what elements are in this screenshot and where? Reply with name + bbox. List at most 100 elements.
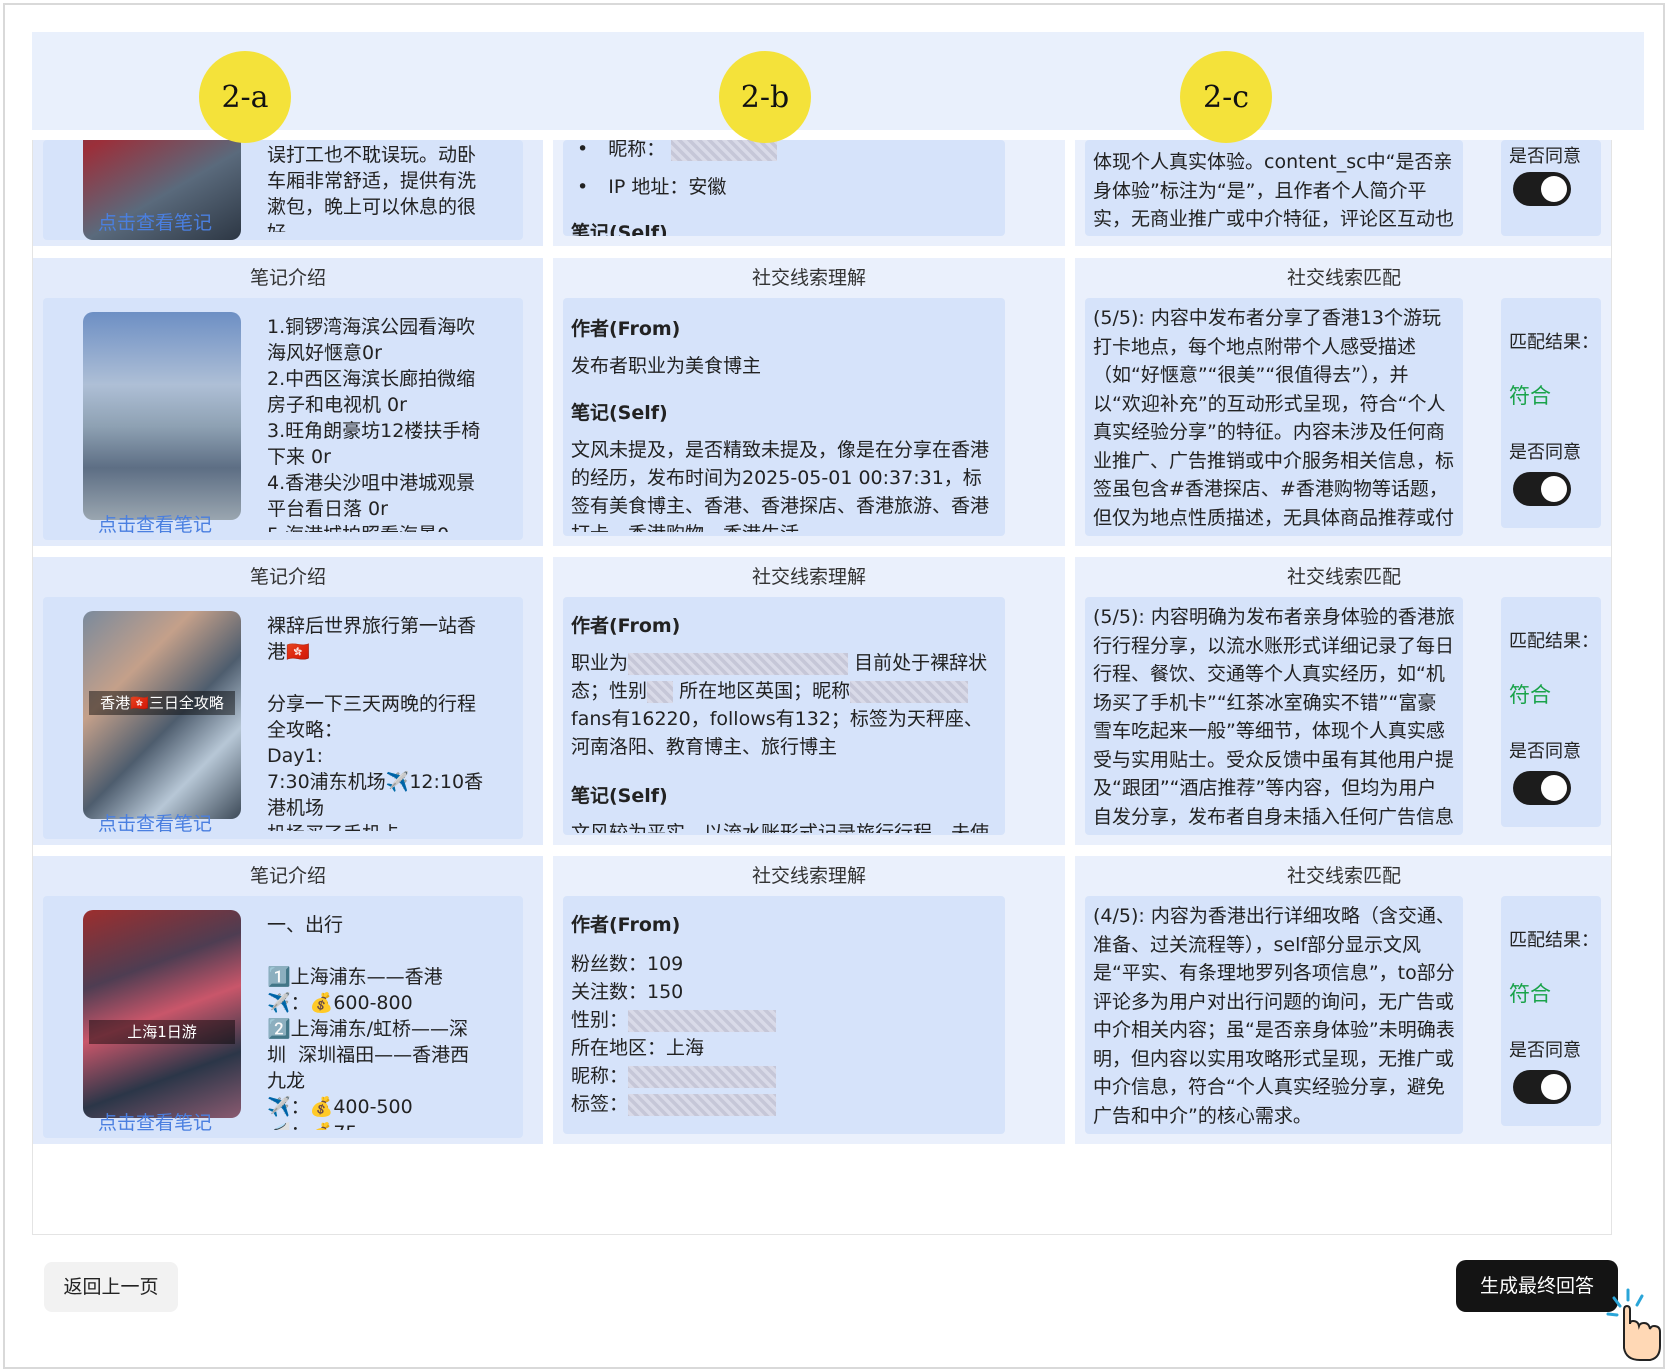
view-note-link[interactable]: 点击查看笔记 (98, 809, 212, 836)
note-summary: 裸辞后世界旅行第一站香 港🇭🇰 分享一下三天两晚的行程 全攻略： Day1: 7… (267, 615, 484, 831)
redacted-value (647, 680, 674, 703)
region-line: 所在地区：上海 (571, 1037, 705, 1059)
generate-final-answer-button[interactable]: 生成最终回答 (1456, 1260, 1618, 1312)
match-result-label: 匹配结果： (1509, 631, 1599, 652)
clue-card: 作者(From) 发布者职业为美食博主 笔记(Self) 文风未提及，是否精致未… (563, 298, 1005, 536)
view-note-link[interactable]: 点击查看笔记 (98, 208, 212, 235)
clue-match-column: 体现个人真实体验。content_sc中“是否亲身体验”标注为“是”，且作者个人… (1075, 140, 1611, 246)
clue-understanding-column: • 昵称： • IP 地址：安徽 笔记(Self) (553, 140, 1065, 246)
match-reason: (5/5): 内容中发布者分享了香港13个游玩打卡地点，每个地点附带个人感受描述… (1093, 307, 1455, 529)
match-reason: 体现个人真实体验。content_sc中“是否亲身体验”标注为“是”，且作者个人… (1093, 151, 1455, 230)
column-title-note-intro: 笔记介绍 (249, 865, 326, 887)
column-title-clue-understanding: 社交线索理解 (751, 566, 866, 588)
redacted-value (628, 1093, 777, 1116)
agree-toggle[interactable] (1513, 1070, 1571, 1104)
back-button[interactable]: 返回上一页 (44, 1262, 178, 1312)
match-card: (5/5): 内容明确为发布者亲身体验的香港旅行行程分享，以流水账形式详细记录了… (1085, 597, 1463, 835)
match-reason: (5/5): 内容明确为发布者亲身体验的香港旅行行程分享，以流水账形式详细记录了… (1093, 606, 1455, 828)
clue-understanding-column: 社交线索理解 作者(From) 发布者职业为美食博主 笔记(Self) 文风未提… (553, 258, 1065, 546)
note-intro-column: 笔记介绍 上海1日游 点击查看笔记 一、出行 1️⃣上海浦东——香港 ✈️：💰6… (33, 856, 543, 1144)
result-row: 笔记介绍 上海1日游 点击查看笔记 一、出行 1️⃣上海浦东——香港 ✈️：💰6… (33, 856, 1611, 1144)
decision-panel: 是否同意 (1501, 140, 1601, 236)
note-summary: 1.铜锣湾海滨公园看海吹 海风好惬意0r 2.中西区海滨长廊拍微缩 房子和电视机… (267, 316, 481, 532)
match-result-label: 匹配结果： (1509, 332, 1599, 353)
clue-card: 作者(From) 粉丝数：109 关注数：150 性别： 所在地区：上海 昵称：… (563, 896, 1005, 1134)
decision-panel: 匹配结果： 符合 是否同意 (1501, 298, 1601, 528)
gender-line: 性别： (571, 1006, 777, 1034)
agree-label: 是否同意 (1509, 442, 1581, 463)
view-note-link[interactable]: 点击查看笔记 (98, 1108, 212, 1135)
column-title-note-intro: 笔记介绍 (249, 566, 326, 588)
redacted-value (671, 140, 778, 161)
from-text-4: fans有16220，follows有132；标签为天秤座、河南洛阳、教育博主、… (571, 708, 983, 758)
note-card: 上海1日游 点击查看笔记 一、出行 1️⃣上海浦东——香港 ✈️：💰600-80… (43, 896, 523, 1138)
thumbnail-caption: 上海1日游 (89, 1020, 235, 1044)
from-heading: 作者(From) (571, 318, 681, 340)
redacted-value (628, 1065, 777, 1088)
column-title-clue-match: 社交线索匹配 (1286, 267, 1401, 289)
thumbnail-caption: 香港🇭🇰三日全攻略 (89, 691, 235, 715)
self-heading: 笔记(Self) (571, 222, 668, 236)
match-reason: (4/5): 内容为香港出行详细攻略（含交通、准备、过关流程等），self部分显… (1093, 905, 1455, 1127)
nickname-line: • 昵称： (577, 140, 778, 161)
results-grid: 点击查看笔记 误打工也不耽误玩。动卧 车厢非常舒适，提供有洗 漱包，晚上可以休息… (32, 140, 1612, 1235)
from-heading: 作者(From) (571, 914, 681, 936)
clue-match-column: 社交线索匹配 (4/5): 内容为香港出行详细攻略（含交通、准备、过关流程等），… (1075, 856, 1611, 1144)
match-card: (4/5): 内容为香港出行详细攻略（含交通、准备、过关流程等），self部分显… (1085, 896, 1463, 1134)
result-row: 笔记介绍 香港🇭🇰三日全攻略 点击查看笔记 裸辞后世界旅行第一站香 港🇭🇰 分享… (33, 557, 1611, 845)
clue-understanding-column: 社交线索理解 作者(From) 职业为 目前处于裸辞状态；性别 所在地区英国；昵… (553, 557, 1065, 845)
clue-match-column: 社交线索匹配 (5/5): 内容明确为发布者亲身体验的香港旅行行程分享，以流水账… (1075, 557, 1611, 845)
note-summary: 一、出行 1️⃣上海浦东——香港 ✈️：💰600-800 2️⃣上海浦东/虹桥—… (267, 914, 470, 1130)
note-intro-column: 点击查看笔记 误打工也不耽误玩。动卧 车厢非常舒适，提供有洗 漱包，晚上可以休息… (33, 140, 543, 246)
from-body: 职业为 目前处于裸辞状态；性别 所在地区英国；昵称fans有16220，foll… (571, 649, 999, 761)
note-thumbnail[interactable]: 香港🇭🇰三日全攻略 (83, 611, 241, 819)
result-row: 点击查看笔记 误打工也不耽误玩。动卧 车厢非常舒适，提供有洗 漱包，晚上可以休息… (33, 140, 1611, 246)
column-title-clue-match: 社交线索匹配 (1286, 566, 1401, 588)
nickname-label: 昵称： (608, 140, 666, 160)
ip-text: IP 地址：安徽 (608, 176, 727, 198)
match-result-value: 符合 (1509, 384, 1551, 408)
view-note-link[interactable]: 点击查看笔记 (98, 510, 212, 537)
note-thumbnail[interactable]: 上海1日游 (83, 910, 241, 1118)
nickname-line: 昵称： (571, 1062, 777, 1090)
clue-understanding-column: 社交线索理解 作者(From) 粉丝数：109 关注数：150 性别： 所在地区… (553, 856, 1065, 1144)
match-result-label: 匹配结果： (1509, 930, 1599, 951)
gender-label: 性别： (571, 1009, 629, 1031)
self-heading: 笔记(Self) (571, 785, 668, 807)
clue-card: • 昵称： • IP 地址：安徽 笔记(Self) (563, 140, 1005, 236)
clue-match-column: 社交线索匹配 (5/5): 内容中发布者分享了香港13个游玩打卡地点，每个地点附… (1075, 258, 1611, 546)
fans-count: 粉丝数：109 (571, 953, 684, 975)
match-result-value: 符合 (1509, 683, 1551, 707)
column-title-clue-understanding: 社交线索理解 (751, 865, 866, 887)
note-card: 点击查看笔记 1.铜锣湾海滨公园看海吹 海风好惬意0r 2.中西区海滨长廊拍微缩… (43, 298, 523, 540)
match-result-value: 符合 (1509, 982, 1551, 1006)
result-row: 笔记介绍 点击查看笔记 1.铜锣湾海滨公园看海吹 海风好惬意0r 2.中西区海滨… (33, 258, 1611, 546)
tags-label: 标签： (571, 1093, 629, 1115)
agree-toggle[interactable] (1513, 472, 1571, 506)
note-card: 香港🇭🇰三日全攻略 点击查看笔记 裸辞后世界旅行第一站香 港🇭🇰 分享一下三天两… (43, 597, 523, 839)
agree-label: 是否同意 (1509, 741, 1581, 762)
note-card: 点击查看笔记 误打工也不耽误玩。动卧 车厢非常舒适，提供有洗 漱包，晚上可以休息… (43, 140, 523, 240)
column-title-clue-match: 社交线索匹配 (1286, 865, 1401, 887)
follows-count: 关注数：150 (571, 981, 684, 1003)
redacted-value (628, 652, 849, 675)
note-thumbnail[interactable] (83, 312, 241, 520)
column-title-clue-understanding: 社交线索理解 (751, 267, 866, 289)
agree-label: 是否同意 (1509, 1040, 1581, 1061)
agree-toggle[interactable] (1513, 172, 1571, 206)
match-card: (5/5): 内容中发布者分享了香港13个游玩打卡地点，每个地点附带个人感受描述… (1085, 298, 1463, 536)
from-text-3: 所在地区英国；昵称 (679, 680, 851, 702)
bullet-icon: • (577, 176, 589, 198)
from-text-1: 职业为 (571, 652, 629, 674)
callout-label-2a: 2-a (199, 51, 291, 143)
clue-card: 作者(From) 职业为 目前处于裸辞状态；性别 所在地区英国；昵称fans有1… (563, 597, 1005, 835)
callout-label-2b: 2-b (719, 51, 811, 143)
self-body: 文风较为平实，以流水账形式记录旅行行程，未使用 (571, 822, 990, 833)
agree-toggle[interactable] (1513, 771, 1571, 805)
from-heading: 作者(From) (571, 615, 681, 637)
column-title-note-intro: 笔记介绍 (249, 267, 326, 289)
callout-label-2c: 2-c (1180, 51, 1272, 143)
redacted-value (628, 1009, 777, 1032)
pointer-hand-icon (1606, 1288, 1661, 1361)
decision-panel: 匹配结果： 符合 是否同意 (1501, 597, 1601, 827)
